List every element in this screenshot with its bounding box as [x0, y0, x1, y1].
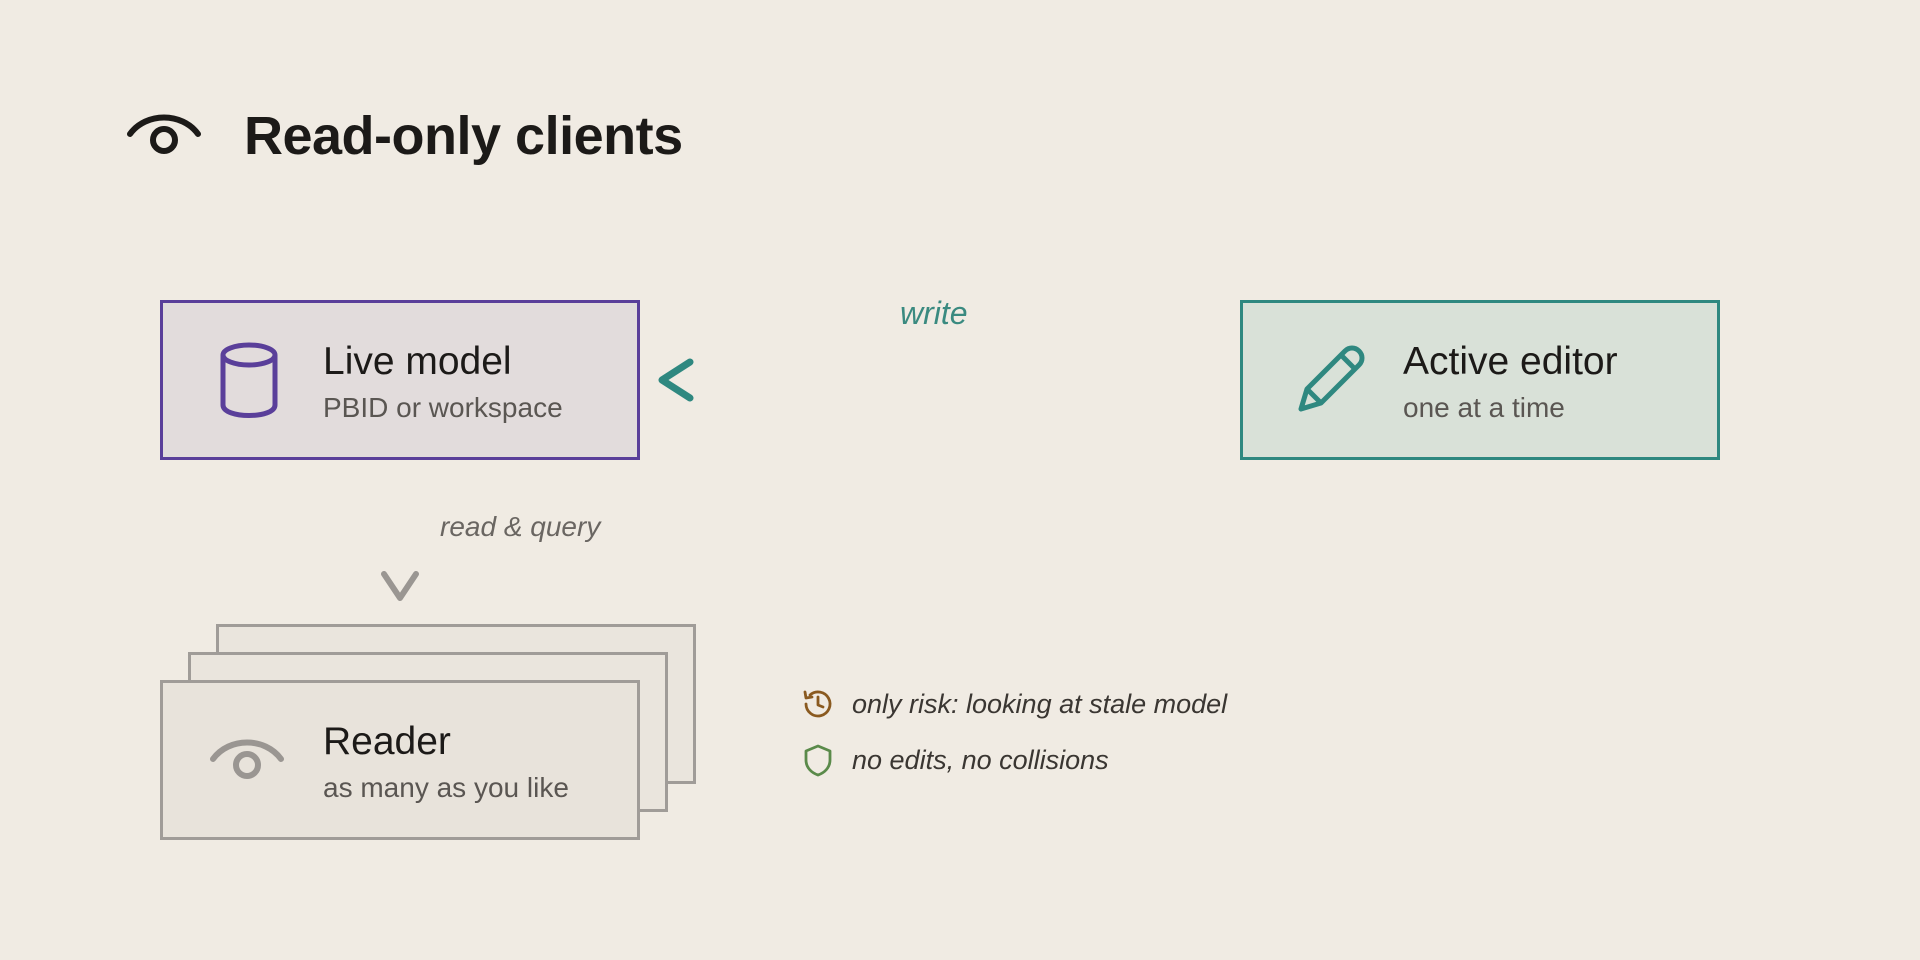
- reader-title: Reader: [323, 720, 451, 763]
- live-model-title: Live model: [323, 340, 512, 383]
- live-model-subtitle: PBID or workspace: [323, 392, 563, 423]
- active-editor-subtitle: one at a time: [1403, 392, 1565, 423]
- note-text: no edits, no collisions: [852, 744, 1109, 775]
- write-label: write: [900, 295, 968, 331]
- live-model-node[interactable]: Live model PBID or workspace: [160, 300, 640, 460]
- eye-icon: [127, 114, 201, 154]
- read-arrow: [381, 477, 419, 601]
- reader-subtitle: as many as you like: [323, 772, 569, 803]
- write-arrow: [658, 358, 1224, 402]
- page-title: Read-only clients: [244, 106, 683, 166]
- shield-icon: [804, 744, 832, 777]
- note-text: only risk: looking at stale model: [852, 688, 1228, 719]
- active-editor-node[interactable]: Active editor one at a time: [1240, 300, 1720, 460]
- read-label: read & query: [440, 511, 601, 542]
- note-no-collisions: no edits, no collisions: [800, 740, 1109, 780]
- active-editor-title: Active editor: [1403, 340, 1618, 383]
- note-stale-risk: only risk: looking at stale model: [800, 684, 1227, 724]
- pencil-icon: [1298, 345, 1365, 412]
- eye-icon: [210, 739, 284, 779]
- database-icon: [220, 342, 278, 418]
- history-clock-icon: [803, 690, 832, 718]
- reader-node[interactable]: Reader as many as you like: [160, 680, 640, 840]
